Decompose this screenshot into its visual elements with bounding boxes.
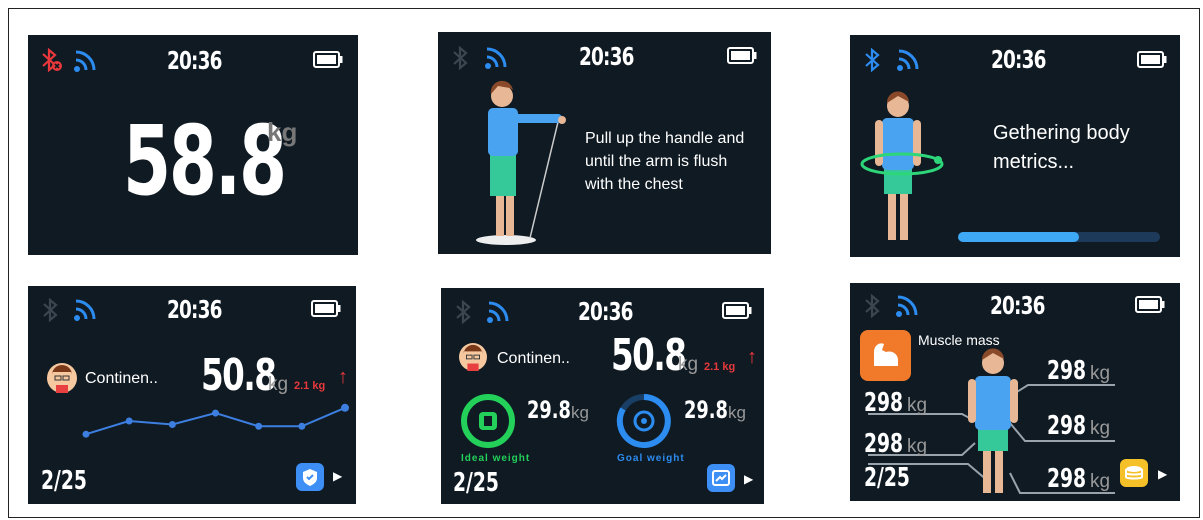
- right-value-3: 298: [1047, 464, 1087, 494]
- left-unit-2: kg: [907, 436, 928, 457]
- clock-time: 20:36: [991, 45, 1046, 74]
- weight-change: 2.1 kg: [704, 361, 736, 373]
- user-avatar[interactable]: [47, 363, 77, 393]
- wifi-icon: [485, 47, 507, 69]
- user-avatar[interactable]: [459, 343, 487, 371]
- ideal-weight-value: 29.8: [527, 396, 571, 424]
- left-value-2: 298: [864, 429, 904, 459]
- right-unit-3: kg: [1090, 471, 1111, 492]
- bluetooth-off-icon: [42, 47, 62, 73]
- instruction-line-2: until the arm is flush: [585, 153, 728, 170]
- person-with-scan-ring-illustration: [860, 91, 944, 240]
- status-message-line-1: Gethering body: [993, 122, 1130, 144]
- instruction-line-3: with the chest: [585, 176, 683, 193]
- page-indicator: 2/25: [453, 468, 499, 498]
- screen-instruction: 20:36 Pull up the handle and until the a…: [438, 32, 771, 254]
- clock-time: 20:36: [167, 46, 222, 75]
- battery-icon: [1135, 296, 1165, 313]
- screen-weight-trend: 20:36 Continen.. 50.8 kg 2.1 kg ↑ 2/25 ▶: [28, 286, 356, 504]
- trend-point: [341, 403, 349, 412]
- trend-up-arrow: ↑: [747, 346, 757, 368]
- clock-time: 20:36: [167, 295, 222, 324]
- wifi-icon: [897, 49, 919, 71]
- weight-unit: kg: [678, 354, 699, 375]
- battery-icon: [727, 47, 757, 64]
- clock-time: 20:36: [578, 297, 633, 326]
- right-value-2: 298: [1047, 411, 1087, 441]
- ideal-weight-unit: kg: [571, 403, 589, 422]
- trend-point: [168, 421, 176, 429]
- right-unit-2: kg: [1090, 418, 1111, 439]
- wifi-icon: [896, 295, 918, 317]
- goal-weight-unit: kg: [728, 403, 746, 422]
- screen-weight-goals: 20:36 Continen.. 50.8 kg 2.1 kg ↑ 29.8 k…: [441, 288, 764, 504]
- battery-icon: [313, 51, 343, 68]
- battery-icon: [1137, 51, 1167, 68]
- bluetooth-icon: [43, 297, 58, 323]
- weight-value: 50.8: [611, 330, 687, 381]
- goal-weight-label: Goal weight: [617, 453, 685, 464]
- battery-icon: [311, 300, 341, 317]
- trend-point: [125, 417, 133, 425]
- ideal-weight-label: Ideal weight: [461, 453, 531, 464]
- coins-icon[interactable]: [1120, 459, 1148, 487]
- right-value-1: 298: [1047, 356, 1087, 386]
- goal-weight-value: 29.8: [684, 396, 728, 424]
- weight-trend-chart: [82, 403, 349, 438]
- user-name: Continen..: [85, 370, 158, 387]
- screen-weight: 20:36 58.8 kg: [28, 35, 358, 255]
- progress-bar-fill: [958, 232, 1080, 242]
- wifi-icon: [487, 301, 509, 323]
- weight-value: 58.8: [123, 105, 287, 217]
- page-indicator: 2/25: [864, 463, 910, 493]
- left-unit-1: kg: [907, 395, 928, 416]
- trend-point: [212, 409, 219, 417]
- trend-point: [82, 430, 90, 438]
- progress-bar-track: [958, 232, 1160, 242]
- weight-unit: kg: [267, 117, 298, 147]
- wifi-icon: [74, 50, 96, 72]
- instruction-line-1: Pull up the handle and: [585, 130, 745, 147]
- bluetooth-icon: [865, 47, 880, 73]
- next-page-arrow[interactable]: ▶: [744, 472, 753, 486]
- bluetooth-icon: [453, 45, 468, 71]
- chart-icon[interactable]: [707, 464, 735, 492]
- trend-point: [255, 422, 263, 430]
- wifi-icon: [74, 299, 96, 321]
- clock-time: 20:36: [579, 42, 634, 71]
- status-message-line-2: metrics...: [993, 151, 1075, 173]
- page-indicator: 2/25: [41, 466, 87, 496]
- left-value-1: 298: [864, 388, 904, 418]
- person-pulling-handle-illustration: [476, 80, 566, 245]
- bluetooth-icon: [865, 293, 880, 319]
- screen-measuring: 20:36 Gethering body metrics...: [850, 35, 1180, 257]
- goal-weight-ring-icon: [616, 394, 671, 448]
- bluetooth-icon: [456, 299, 471, 325]
- battery-icon: [722, 302, 752, 319]
- next-page-arrow[interactable]: ▶: [1158, 467, 1167, 481]
- trend-point: [298, 422, 306, 430]
- shield-icon[interactable]: [296, 463, 324, 491]
- ideal-weight-ring-icon: [461, 394, 515, 448]
- screen-muscle-mass: 20:36 Muscle mass 298 kg 298 kg 298 kg 2…: [850, 283, 1180, 501]
- user-name: Continen..: [497, 350, 570, 367]
- right-unit-1: kg: [1090, 363, 1111, 384]
- trend-up-arrow: ↑: [338, 366, 348, 388]
- next-page-arrow[interactable]: ▶: [333, 469, 342, 483]
- clock-time: 20:36: [990, 291, 1045, 320]
